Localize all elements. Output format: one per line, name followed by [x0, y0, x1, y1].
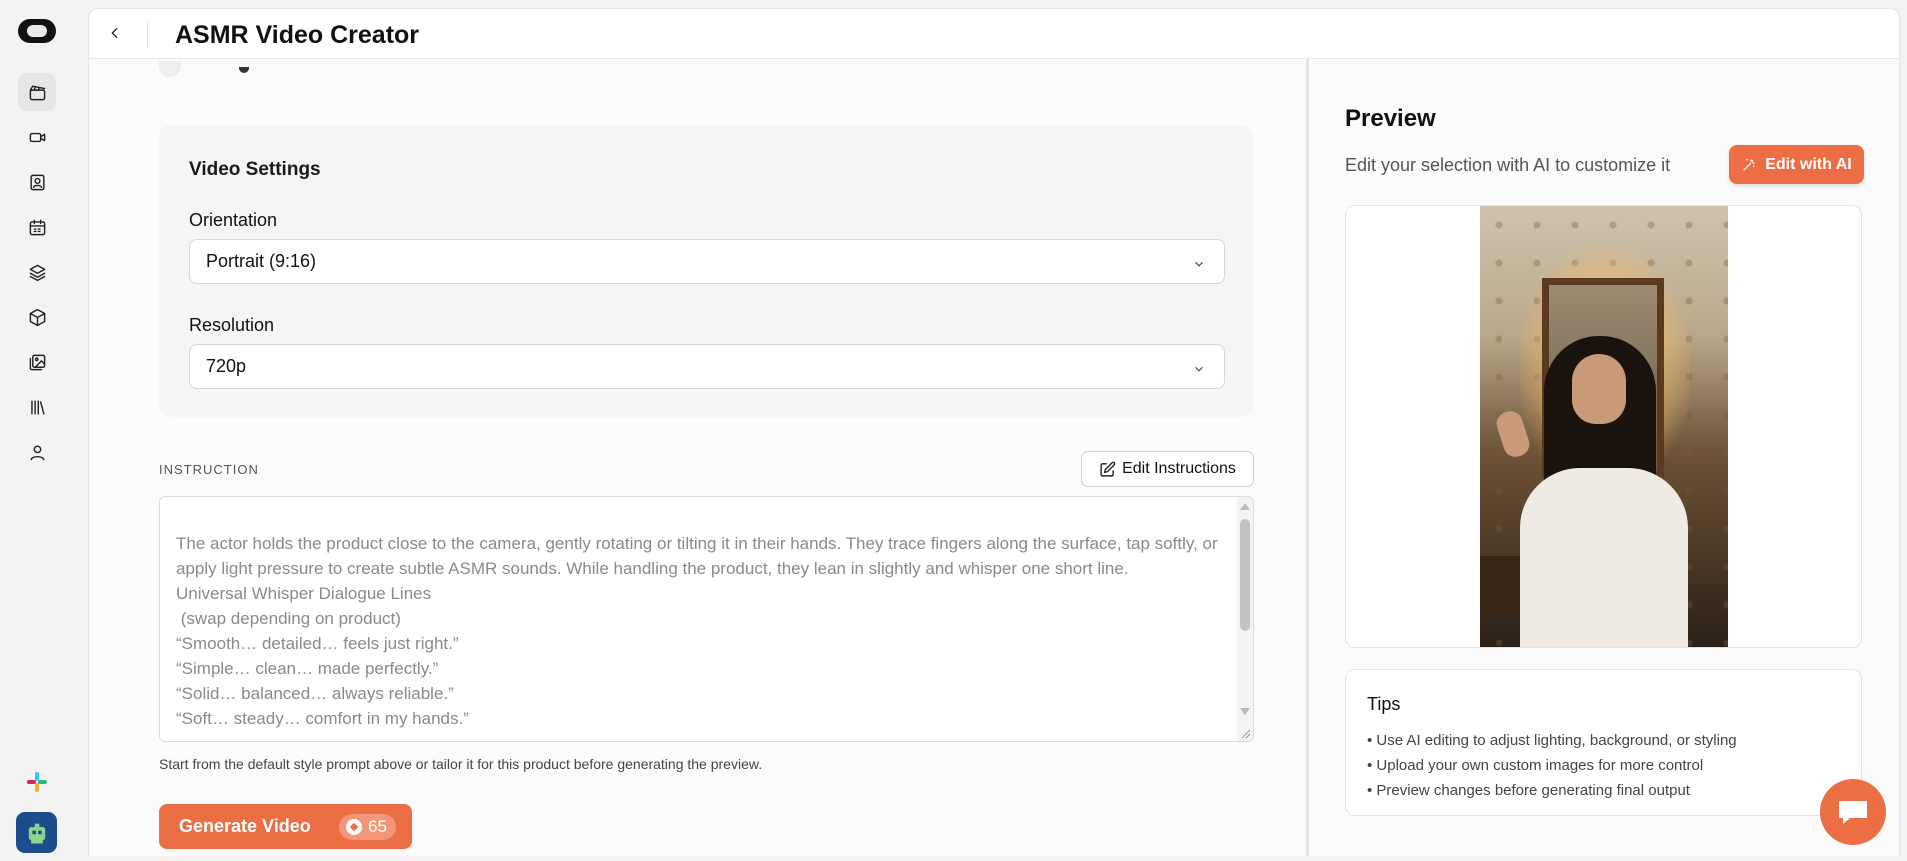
tip-item: • Use AI editing to adjust lighting, bac… [1367, 732, 1737, 749]
scroll-up-arrow[interactable] [1240, 503, 1250, 510]
tips-list: • Use AI editing to adjust lighting, bac… [1367, 728, 1737, 803]
instruction-text: The actor holds the product close to the… [176, 534, 1218, 728]
edit-instructions-label: Edit Instructions [1122, 460, 1236, 477]
video-camera-icon[interactable] [18, 118, 56, 156]
credits-count: 65 [368, 817, 387, 836]
layers-icon[interactable] [18, 253, 56, 291]
edit-icon [1100, 461, 1116, 477]
page-header: ASMR Video Creator [88, 8, 1900, 58]
edit-instructions-button[interactable]: Edit Instructions [1081, 451, 1254, 487]
edit-with-ai-button[interactable]: Edit with AI [1729, 145, 1864, 184]
header-divider [147, 21, 148, 47]
orientation-select[interactable]: Portrait (9:16) [189, 239, 1225, 284]
magic-wand-icon [1743, 158, 1755, 171]
orientation-value: Portrait (9:16) [206, 251, 317, 271]
preview-panel: Preview Edit your selection with AI to c… [1306, 58, 1900, 856]
resolution-select[interactable]: 720p [189, 344, 1225, 389]
instruction-hint: Start from the default style prompt abov… [159, 756, 763, 772]
resolution-value: 720p [206, 356, 247, 376]
tip-item: • Upload your own custom images for more… [1367, 757, 1704, 774]
scroll-down-arrow[interactable] [1240, 708, 1250, 715]
resolution-label: Resolution [189, 315, 275, 335]
step-label-fragment [239, 67, 249, 73]
chat-bubble-icon [1839, 801, 1867, 824]
textarea-scrollbar[interactable] [1237, 497, 1253, 741]
tips-title: Tips [1367, 694, 1401, 714]
chevron-down-icon [1192, 255, 1206, 269]
assistant-bot-icon[interactable] [16, 812, 57, 853]
sidebar-rail [0, 0, 73, 861]
image-gallery-icon[interactable] [18, 343, 56, 381]
preview-image[interactable] [1480, 206, 1728, 647]
chevron-left-icon [111, 27, 118, 39]
scroll-thumb[interactable] [1240, 519, 1250, 631]
tip-item: • Preview changes before generating fina… [1367, 782, 1690, 799]
step-indicator-fragment [159, 61, 181, 77]
user-icon[interactable] [18, 433, 56, 471]
generate-video-button[interactable]: Generate Video 65 [159, 804, 412, 849]
library-icon[interactable] [18, 388, 56, 426]
page-title: ASMR Video Creator [175, 21, 420, 49]
editor-panel: Video Settings Orientation Portrait (9:1… [88, 58, 1306, 856]
tips-card: Tips • Use AI editing to adjust lighting… [1345, 669, 1862, 816]
brand-logo[interactable] [18, 19, 56, 43]
credit-coin-icon [346, 819, 363, 835]
instruction-label: INSTRUCTION [159, 462, 259, 477]
video-settings-card: Video Settings Orientation Portrait (9:1… [159, 125, 1253, 417]
generate-video-label: Generate Video [179, 816, 311, 836]
slack-icon[interactable] [25, 770, 49, 794]
video-settings-title: Video Settings [189, 159, 321, 180]
box-icon[interactable] [18, 298, 56, 336]
chat-support-button[interactable] [1820, 779, 1886, 845]
chevron-down-icon [1192, 360, 1206, 374]
back-button[interactable] [103, 21, 127, 45]
calendar-icon[interactable] [18, 208, 56, 246]
preview-subtitle: Edit your selection with AI to customize… [1345, 155, 1671, 175]
instruction-textarea[interactable]: The actor holds the product close to the… [159, 496, 1254, 742]
credits-badge: 65 [339, 814, 396, 840]
preview-image-card [1345, 205, 1862, 648]
orientation-label: Orientation [189, 210, 278, 230]
clapperboard-icon[interactable] [18, 73, 56, 111]
resize-handle-icon[interactable] [1239, 727, 1251, 739]
contact-card-icon[interactable] [18, 163, 56, 201]
edit-with-ai-label: Edit with AI [1765, 155, 1852, 173]
preview-title: Preview [1345, 105, 1436, 132]
